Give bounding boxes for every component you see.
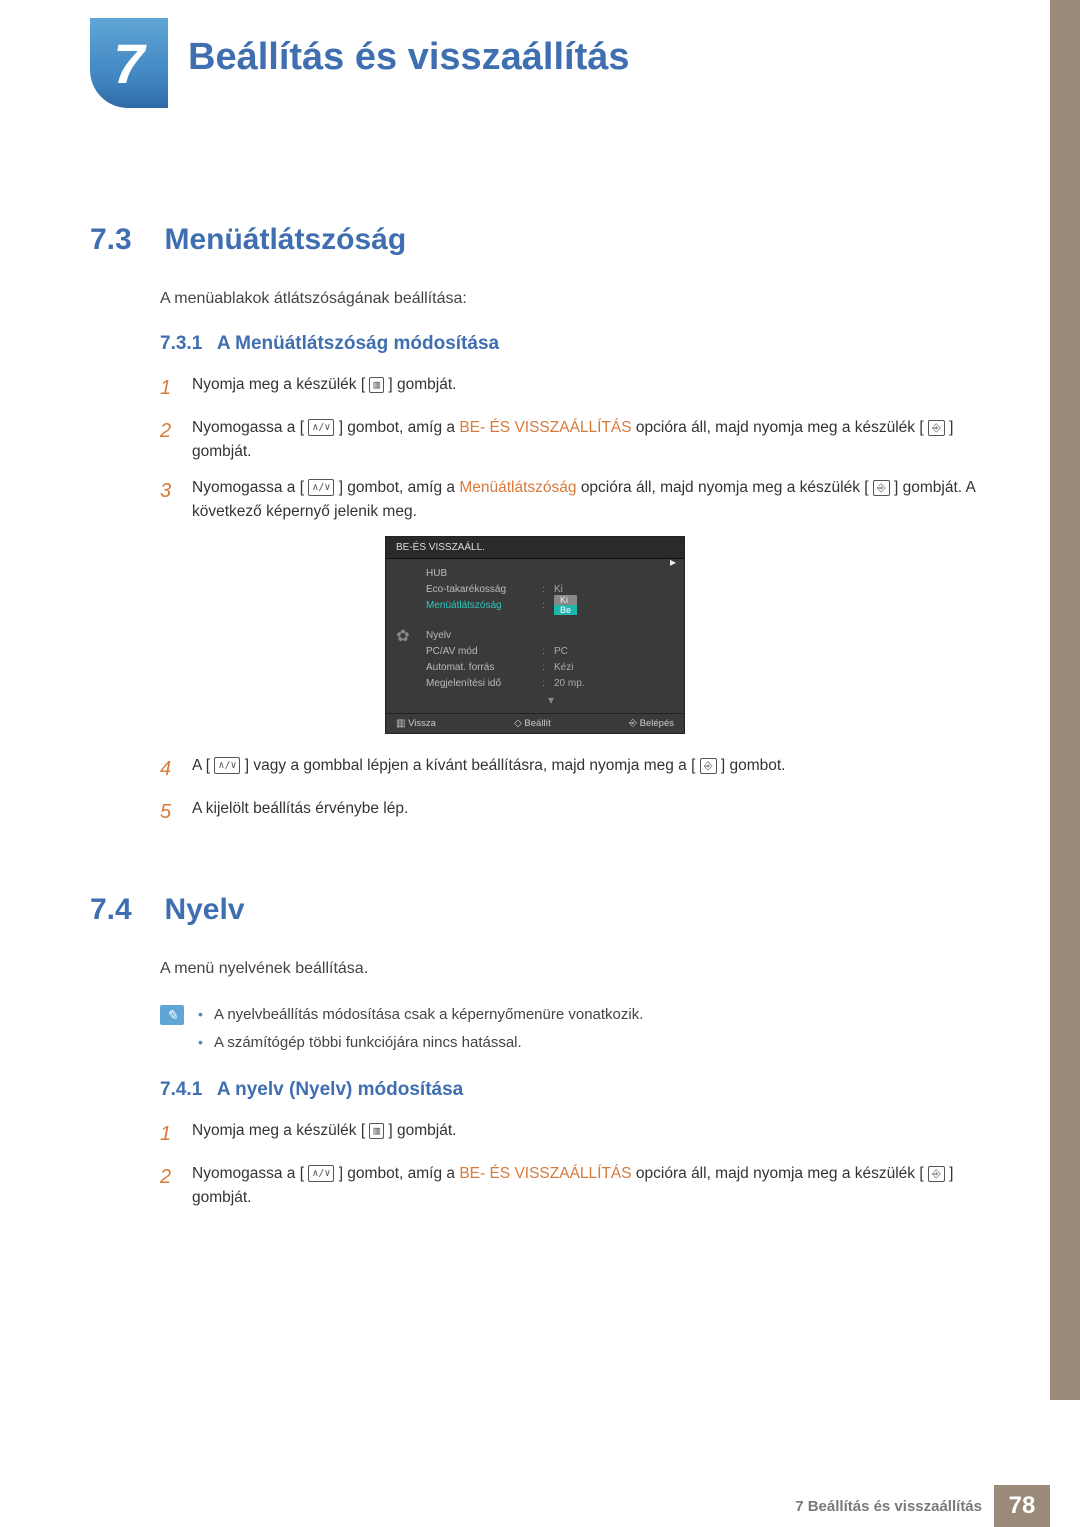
right-margin-bar [1050, 0, 1080, 1400]
menu-icon [369, 1123, 384, 1139]
osd-down-arrow-icon: ▾ [426, 693, 676, 707]
step-item: 5 A kijelölt beállítás érvénybe lép. [160, 797, 980, 828]
osd-title: BE-ÉS VISSZAÁLL. ▸ [386, 537, 684, 559]
subsection-heading-7-3-1: 7.3.1 A Menüátlátszóság módosítása [160, 333, 980, 355]
steps-7-4-1: 1 Nyomja meg a készülék [ ] gombját. 2 N… [160, 1119, 980, 1210]
chapter-number-badge: 7 [90, 18, 168, 108]
osd-screenshot: BE-ÉS VISSZAÁLL. ▸ ✿ HUB Eco-takarékossá… [385, 536, 685, 734]
note-item: A számítógép többi funkciójára nincs hat… [198, 1031, 643, 1055]
step-item: 1 Nyomja meg a készülék [ ] gombját. [160, 1119, 980, 1150]
section-heading-7-3: 7.3 Menüátlátszóság [90, 223, 980, 257]
section-intro-7-4: A menü nyelvének beállítása. [160, 957, 980, 981]
page-footer: 7 Beállítás és visszaállítás 78 [795, 1485, 1050, 1527]
nav-up-down-icon [308, 479, 334, 496]
chapter-header: 7 Beállítás és visszaállítás [0, 0, 1080, 108]
steps-7-3-1: 1 Nyomja meg a készülék [ ] gombját. 2 N… [160, 373, 980, 524]
chapter-title: Beállítás és visszaállítás [188, 36, 630, 79]
nav-up-down-icon [214, 757, 240, 774]
osd-right-arrow-icon: ▸ [670, 555, 676, 569]
step-item: 2 Nyomogassa a [ ] gombot, amíg a BE- ÉS… [160, 1162, 980, 1210]
osd-footer: ▥ Vissza ◇ Beállít ⎆ Belépés [386, 713, 684, 733]
steps-7-3-1-cont: 4 A [ ] vagy a gombbal lépjen a kívánt b… [160, 754, 980, 828]
enter-icon [700, 758, 717, 774]
nav-up-down-icon [308, 1165, 334, 1182]
section-heading-7-4: 7.4 Nyelv [90, 893, 980, 927]
footer-chapter-label: 7 Beállítás és visszaállítás [795, 1498, 994, 1515]
note-item: A nyelvbeállítás módosítása csak a képer… [198, 1003, 643, 1027]
note-icon: ✎ [160, 1005, 184, 1025]
enter-icon [928, 1166, 945, 1182]
enter-icon [928, 420, 945, 436]
gear-icon: ✿ [386, 559, 420, 713]
menu-icon [369, 377, 384, 393]
step-item: 3 Nyomogassa a [ ] gombot, amíg a Menüát… [160, 476, 980, 524]
step-item: 1 Nyomja meg a készülék [ ] gombját. [160, 373, 980, 404]
note-block: ✎ A nyelvbeállítás módosítása csak a kép… [160, 1003, 980, 1059]
step-item: 2 Nyomogassa a [ ] gombot, amíg a BE- ÉS… [160, 416, 980, 464]
enter-icon [873, 480, 890, 496]
section-intro-7-3: A menüablakok átlátszóságának beállítása… [160, 287, 980, 311]
step-item: 4 A [ ] vagy a gombbal lépjen a kívánt b… [160, 754, 980, 785]
nav-up-down-icon [308, 419, 334, 436]
footer-page-number: 78 [994, 1485, 1050, 1527]
subsection-heading-7-4-1: 7.4.1 A nyelv (Nyelv) módosítása [160, 1079, 980, 1101]
